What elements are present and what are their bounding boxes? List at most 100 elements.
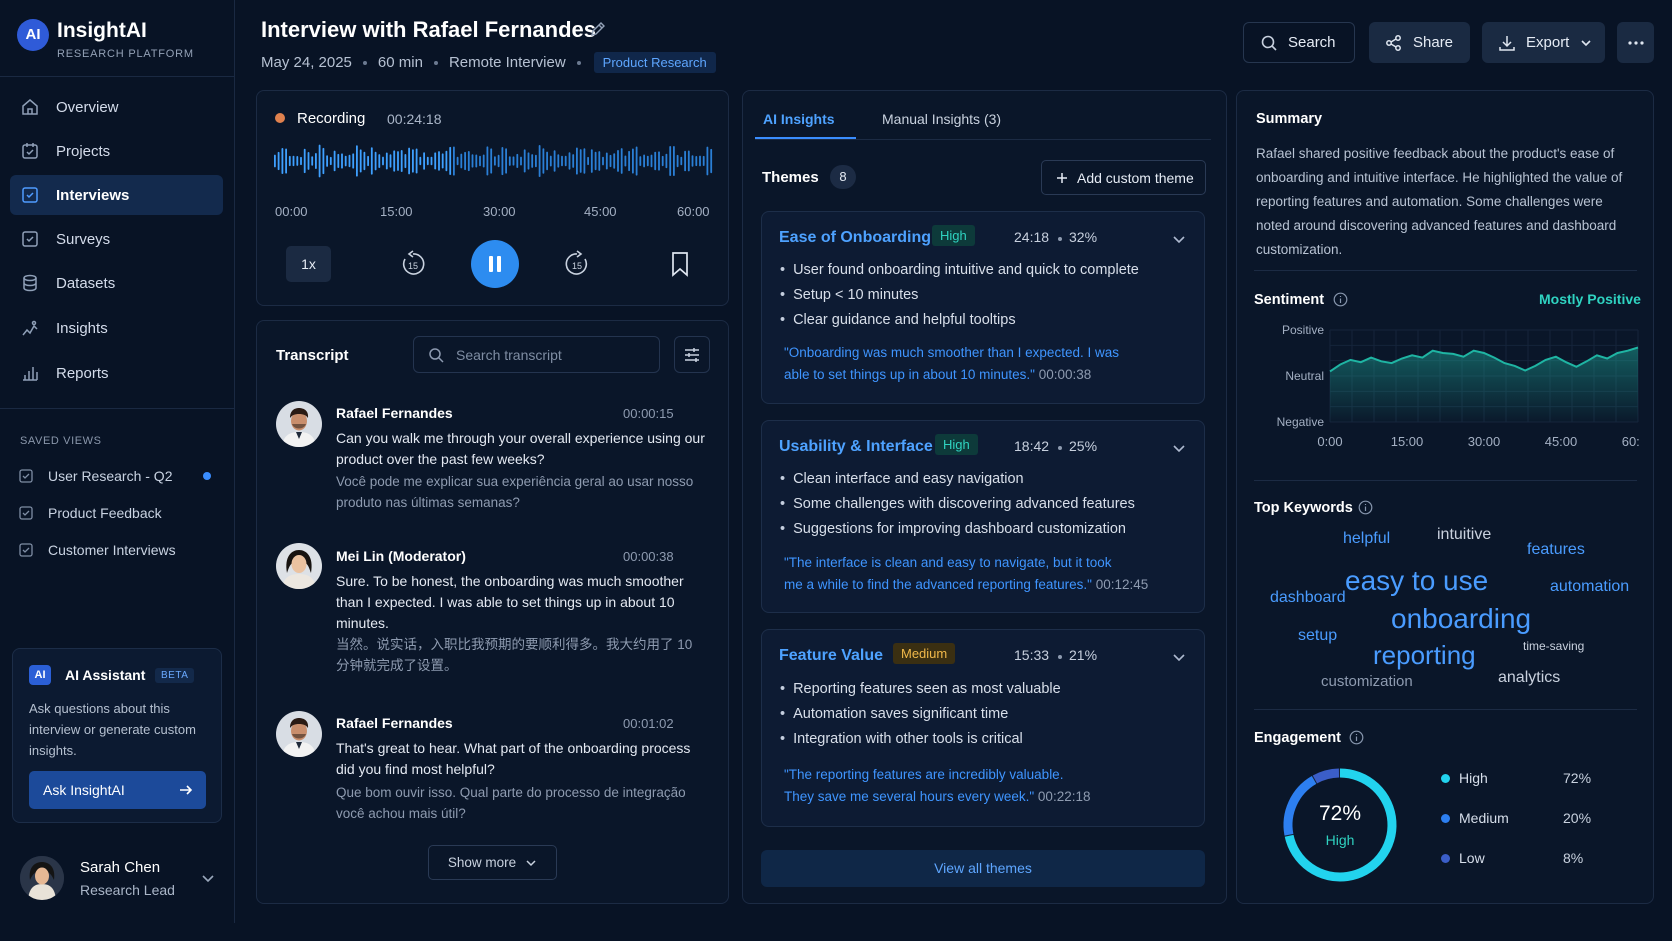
chevron-down-icon[interactable] (1171, 231, 1187, 247)
waveform-bar (613, 153, 616, 169)
rewind-button[interactable]: 15 (398, 249, 428, 279)
keyword[interactable]: time-saving (1523, 639, 1584, 653)
app-name: InsightAI (57, 19, 147, 42)
chevron-down-icon[interactable] (200, 870, 216, 886)
nav-item-datasets[interactable]: Datasets (10, 263, 223, 303)
tab-ai-insights[interactable]: AI Insights (763, 111, 835, 127)
theme-card[interactable]: Ease of Onboarding High 24:18 32% User f… (761, 211, 1205, 404)
legend-value: 20% (1563, 810, 1592, 826)
theme-percentage: 32% (1069, 229, 1098, 245)
x-tick-label: 30:00 (1468, 434, 1501, 449)
nav-item-overview[interactable]: Overview (10, 87, 223, 127)
info-icon[interactable] (1349, 730, 1364, 745)
waveform[interactable] (274, 143, 714, 179)
search-button[interactable]: Search (1243, 22, 1355, 63)
category-tag[interactable]: Product Research (593, 52, 716, 73)
message-text: That's great to hear. What part of the o… (336, 740, 691, 777)
message-translation: 当然。说实话，入职比我预期的要顺利得多。我大约用了 10 分钟就完成了设置。 (336, 637, 693, 673)
waveform-bar (281, 148, 284, 174)
waveform-bar (639, 156, 642, 166)
theme-quote[interactable]: "Onboarding was much smoother than I exp… (784, 342, 1119, 386)
message-timestamp[interactable]: 00:01:02 (623, 716, 674, 731)
chevron-down-icon[interactable] (1171, 440, 1187, 456)
speaker-avatar (276, 401, 322, 447)
export-label: Export (1526, 34, 1570, 51)
filter-button[interactable] (674, 336, 710, 373)
priority-badge: High (932, 225, 975, 246)
keyword[interactable]: automation (1550, 578, 1629, 596)
timeline-tick: 30:00 (483, 204, 516, 219)
playback-speed-button[interactable]: 1x (286, 246, 331, 282)
keyword[interactable]: customization (1321, 673, 1413, 690)
keyword[interactable]: reporting (1373, 640, 1476, 671)
keyword[interactable]: dashboard (1270, 589, 1346, 607)
nav-label: Projects (56, 142, 111, 160)
more-options-button[interactable] (1617, 22, 1654, 63)
add-custom-theme-button[interactable]: Add custom theme (1041, 160, 1206, 195)
saved-view-item[interactable]: Customer Interviews (18, 536, 218, 564)
skip-seconds-label: 15 (572, 261, 582, 271)
waveform-bar (370, 147, 373, 175)
waveform-bar (348, 154, 351, 168)
keyword[interactable]: features (1527, 541, 1585, 559)
info-icon[interactable] (1333, 292, 1348, 307)
x-tick-label: 15:00 (1391, 434, 1424, 449)
keyword[interactable]: setup (1298, 627, 1337, 645)
export-button[interactable]: Export (1482, 22, 1605, 63)
ai-icon: AI (29, 665, 51, 685)
waveform-bar (680, 156, 683, 166)
theme-card[interactable]: Feature Value Medium 15:33 21% Reporting… (761, 629, 1205, 827)
info-icon[interactable] (1358, 500, 1373, 515)
transcript-search-input[interactable]: Search transcript (413, 336, 660, 373)
share-icon (1386, 34, 1401, 51)
forward-button[interactable]: 15 (562, 249, 592, 279)
sentiment-chart[interactable]: Negative Neutral Positive 0:00 15:00 30:00 45:… (1250, 322, 1640, 467)
keyword[interactable]: easy to use (1345, 565, 1488, 597)
more-icon (1627, 40, 1644, 45)
share-label: Share (1413, 34, 1454, 51)
nav-item-insights[interactable]: Insights (10, 308, 223, 348)
skip-seconds-label: 15 (408, 261, 418, 271)
legend-value: 72% (1563, 770, 1592, 786)
waveform-bar (285, 148, 287, 174)
waveform-bar (494, 156, 496, 166)
theme-time: 15:33 (1014, 647, 1050, 663)
theme-quote[interactable]: "The reporting features are incredibly v… (784, 764, 1090, 808)
share-button[interactable]: Share (1369, 22, 1470, 63)
theme-card[interactable]: Usability & Interface High 18:42 25% Cle… (761, 420, 1205, 613)
nav-item-reports[interactable]: Reports (10, 353, 223, 393)
pause-icon (489, 256, 501, 272)
show-more-button[interactable]: Show more (428, 845, 557, 880)
edit-icon[interactable] (589, 21, 606, 38)
keyword[interactable]: onboarding (1391, 603, 1531, 635)
ask-insightai-button[interactable]: Ask InsightAI (29, 771, 206, 809)
speaker-name: Rafael Fernandes (336, 405, 453, 421)
bookmark-button[interactable] (668, 251, 692, 277)
message-timestamp[interactable]: 00:00:15 (623, 406, 674, 421)
tab-manual-insights[interactable]: Manual Insights (3) (882, 111, 1001, 127)
waveform-bar (412, 149, 414, 173)
message-timestamp[interactable]: 00:00:38 (623, 549, 674, 564)
pause-button[interactable] (471, 240, 519, 288)
waveform-bar (527, 152, 530, 170)
keyword[interactable]: analytics (1498, 669, 1560, 687)
message-text: Sure. To be honest, the onboarding was m… (336, 573, 684, 631)
avatar[interactable] (20, 856, 64, 900)
saved-view-item[interactable]: Product Feedback (18, 499, 218, 527)
waveform-bar (512, 156, 515, 166)
nav-item-interviews[interactable]: Interviews (10, 175, 223, 215)
keyword[interactable]: intuitive (1437, 526, 1491, 544)
waveform-bar (673, 146, 675, 176)
chevron-down-icon[interactable] (1171, 649, 1187, 665)
waveform-bar (501, 147, 504, 176)
nav-item-projects[interactable]: Projects (10, 131, 223, 171)
transcript-title: Transcript (276, 347, 349, 364)
saved-view-item[interactable]: User Research - Q2 (18, 462, 218, 490)
theme-quote[interactable]: "The interface is clean and easy to navi… (784, 552, 1148, 596)
nav-item-surveys[interactable]: Surveys (10, 219, 223, 259)
separator (1058, 237, 1062, 241)
keyword[interactable]: helpful (1343, 530, 1390, 548)
timeline-tick: 60:00 (677, 204, 710, 219)
view-all-themes-button[interactable]: View all themes (761, 850, 1205, 887)
quote-timestamp: 00:00:38 (1038, 367, 1092, 382)
